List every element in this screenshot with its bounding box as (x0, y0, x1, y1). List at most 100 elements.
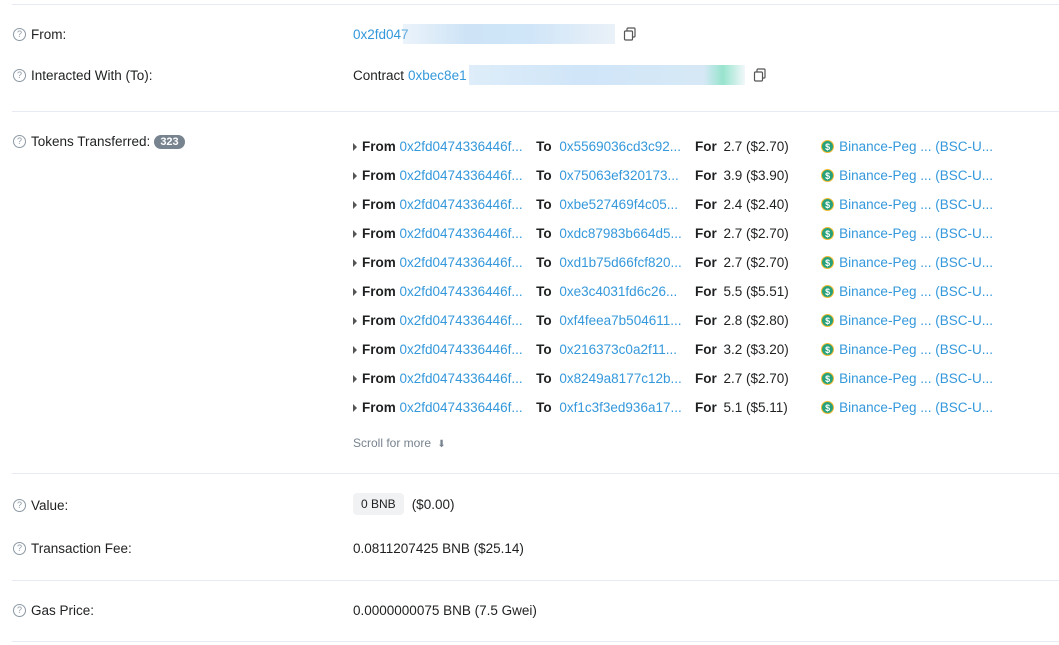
token-name-link[interactable]: Binance-Peg ... (839, 226, 931, 241)
token-name-link[interactable]: Binance-Peg ... (839, 197, 931, 212)
caret-right-icon[interactable] (353, 403, 357, 412)
transfer-from-link[interactable]: 0x2fd0474336446f... (400, 371, 531, 386)
token-symbol-link[interactable]: (BSC-U... (935, 197, 993, 212)
help-icon[interactable]: ? (13, 135, 26, 148)
transfer-to-link[interactable]: 0xdc87983b664d5... (559, 226, 688, 241)
transfer-from-link[interactable]: 0x2fd0474336446f... (400, 168, 531, 183)
caret-right-icon[interactable] (353, 345, 357, 354)
contract-address-link[interactable]: 0xbec8e1 (408, 68, 467, 83)
transfer-to-link[interactable]: 0xbe527469f4c05... (559, 197, 688, 212)
token-transfer-row: From 0x2fd0474336446f... To 0x75063ef3201… (353, 161, 993, 190)
tokens-label-row: ? Tokens Transferred: 323 (13, 134, 185, 149)
interacted-value: Contract 0xbec8e1 (353, 65, 767, 85)
caret-right-icon[interactable] (353, 200, 357, 209)
token-name-link[interactable]: Binance-Peg ... (839, 284, 931, 299)
transfer-to-link[interactable]: 0xd1b75d66fcf820... (559, 255, 688, 270)
token-coin-icon: $ (821, 285, 835, 298)
transfer-to-link[interactable]: 0x75063ef320173... (559, 168, 688, 183)
from-keyword: From (362, 400, 396, 415)
help-icon[interactable]: ? (13, 542, 26, 555)
help-icon[interactable]: ? (13, 499, 26, 512)
scroll-more-label: Scroll for more (353, 436, 432, 450)
token-symbol-link[interactable]: (BSC-U... (935, 400, 993, 415)
transfer-to-link[interactable]: 0xf1c3f3ed936a17... (559, 400, 688, 415)
token-coin-icon: $ (821, 256, 835, 269)
for-keyword: For (694, 168, 717, 183)
help-icon[interactable]: ? (13, 604, 26, 617)
caret-right-icon[interactable] (353, 316, 357, 325)
token-transfer-list[interactable]: From 0x2fd0474336446f... To 0x5569036cd3c… (353, 132, 993, 422)
token-coin-icon: $ (821, 169, 835, 182)
caret-right-icon[interactable] (353, 287, 357, 296)
for-keyword: For (694, 400, 717, 415)
to-keyword: To (536, 342, 552, 357)
token-name-link[interactable]: Binance-Peg ... (839, 371, 931, 386)
transfer-to-link[interactable]: 0x5569036cd3c92... (559, 139, 688, 154)
token-coin-icon: $ (821, 198, 835, 211)
from-address-link[interactable]: 0x2fd047 (353, 27, 409, 42)
value-usd: ($0.00) (411, 496, 455, 512)
transfer-to-link[interactable]: 0xf4feea7b504611... (559, 313, 688, 328)
from-keyword: From (362, 226, 396, 241)
value-label: Value: (31, 498, 69, 513)
transfer-from-link[interactable]: 0x2fd0474336446f... (400, 226, 531, 241)
from-label: From: (31, 27, 67, 42)
token-name-link[interactable]: Binance-Peg ... (839, 168, 931, 183)
tokens-label: Tokens Transferred: (31, 134, 151, 149)
value-badge: 0 BNB (353, 493, 404, 515)
caret-right-icon[interactable] (353, 142, 357, 151)
token-transfer-row: From 0x2fd0474336446f... To 0xbe527469f4c… (353, 190, 993, 219)
token-name-link[interactable]: Binance-Peg ... (839, 342, 931, 357)
transfer-to-link[interactable]: 0x216373c0a2f11... (559, 342, 688, 357)
transfer-amount: 2.7 ($2.70) (723, 226, 789, 241)
to-keyword: To (536, 284, 552, 299)
help-icon[interactable]: ? (13, 28, 26, 41)
transfer-from-link[interactable]: 0x2fd0474336446f... (400, 255, 531, 270)
from-keyword: From (362, 284, 396, 299)
token-symbol-link[interactable]: (BSC-U... (935, 313, 993, 328)
transfer-from-link[interactable]: 0x2fd0474336446f... (400, 197, 531, 212)
transfer-from-link[interactable]: 0x2fd0474336446f... (400, 313, 531, 328)
transfer-to-link[interactable]: 0x8249a8177c12b... (559, 371, 688, 386)
transfer-from-link[interactable]: 0x2fd0474336446f... (400, 139, 531, 154)
copy-icon[interactable] (623, 27, 637, 41)
token-name-link[interactable]: Binance-Peg ... (839, 255, 931, 270)
for-keyword: For (694, 313, 717, 328)
help-icon[interactable]: ? (13, 69, 26, 82)
token-symbol-link[interactable]: (BSC-U... (935, 342, 993, 357)
token-name-link[interactable]: Binance-Peg ... (839, 400, 931, 415)
token-transfer-row: From 0x2fd0474336446f... To 0x8249a8177c1… (353, 364, 993, 393)
transfer-from-link[interactable]: 0x2fd0474336446f... (400, 284, 531, 299)
caret-right-icon[interactable] (353, 258, 357, 267)
token-name-link[interactable]: Binance-Peg ... (839, 139, 931, 154)
token-symbol-link[interactable]: (BSC-U... (935, 226, 993, 241)
token-symbol-link[interactable]: (BSC-U... (935, 168, 993, 183)
token-symbol-link[interactable]: (BSC-U... (935, 255, 993, 270)
token-transfer-row: From 0x2fd0474336446f... To 0x216373c0a2f… (353, 335, 993, 364)
for-keyword: For (694, 255, 717, 270)
transfer-to-link[interactable]: 0xe3c4031fd6c26... (559, 284, 688, 299)
fee-value: 0.0811207425 BNB ($25.14) (353, 541, 524, 556)
gas-label: Gas Price: (31, 603, 95, 618)
token-coin-icon: $ (821, 401, 835, 414)
caret-right-icon[interactable] (353, 229, 357, 238)
divider (12, 580, 1059, 581)
token-name-link[interactable]: Binance-Peg ... (839, 313, 931, 328)
token-transfer-row: From 0x2fd0474336446f... To 0xd1b75d66fcf… (353, 248, 993, 277)
caret-right-icon[interactable] (353, 171, 357, 180)
token-symbol-link[interactable]: (BSC-U... (935, 139, 993, 154)
token-symbol-link[interactable]: (BSC-U... (935, 284, 993, 299)
token-symbol-link[interactable]: (BSC-U... (935, 371, 993, 386)
scroll-for-more[interactable]: Scroll for more ⬇ (353, 436, 446, 450)
transfer-from-link[interactable]: 0x2fd0474336446f... (400, 400, 531, 415)
to-keyword: To (536, 226, 552, 241)
caret-right-icon[interactable] (353, 374, 357, 383)
copy-icon[interactable] (753, 68, 767, 82)
transfer-amount: 5.1 ($5.11) (723, 400, 788, 415)
from-keyword: From (362, 197, 396, 212)
token-transfer-row: From 0x2fd0474336446f... To 0xdc87983b664… (353, 219, 993, 248)
fee-label: Transaction Fee: (31, 541, 132, 556)
token-coin-icon: $ (821, 372, 835, 385)
transfer-from-link[interactable]: 0x2fd0474336446f... (400, 342, 531, 357)
from-keyword: From (362, 313, 396, 328)
